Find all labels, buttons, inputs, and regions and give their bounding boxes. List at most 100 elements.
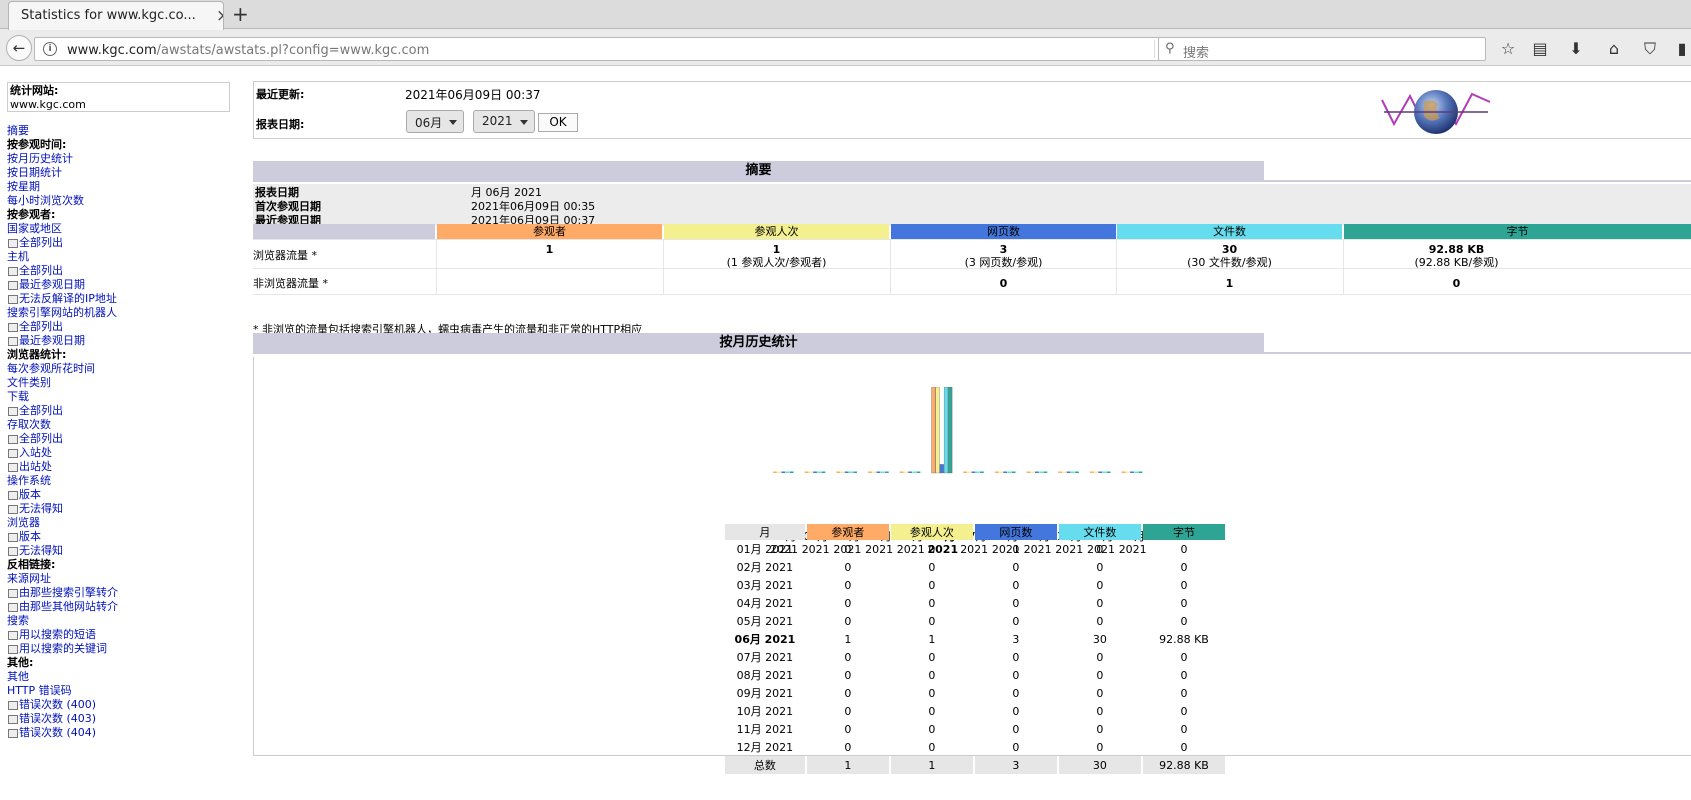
month-cell: 12月 2021 — [736, 741, 794, 754]
value-cell: 0 — [1012, 686, 1020, 700]
summary-col-separator — [1343, 240, 1344, 294]
menu-link[interactable]: 由那些其他网站转介 — [7, 600, 237, 614]
menu-link[interactable]: 最近参观日期 — [7, 334, 237, 348]
menu-link[interactable]: 出站处 — [7, 460, 237, 474]
value-cell: 0 — [1012, 542, 1020, 556]
reading-list-icon[interactable]: ▤ — [1530, 39, 1550, 58]
library-icon[interactable]: ▮ — [1672, 39, 1691, 58]
menu-link[interactable]: 文件类别 — [7, 376, 237, 390]
chart-bar — [908, 471, 912, 473]
menu-link[interactable]: 错误次数 (404) — [7, 726, 237, 740]
menu-link[interactable]: 按日期统计 — [7, 166, 237, 180]
total-cell: 1 — [806, 756, 889, 774]
star-icon[interactable]: ☆ — [1498, 39, 1518, 58]
menu-link[interactable]: 搜索 — [7, 614, 237, 628]
chart-bar — [1130, 471, 1134, 473]
menu-link[interactable]: 全部列出 — [7, 236, 237, 250]
menu-link[interactable]: 按月历史统计 — [7, 152, 237, 166]
menu-link[interactable]: 用以搜索的关键词 — [7, 642, 237, 656]
menu-link[interactable]: 主机 — [7, 250, 237, 264]
chart-bar — [1007, 471, 1012, 473]
table-row: 04月 2021 0 0 0 0 0 — [725, 594, 1225, 612]
value-cell: 0 — [1180, 668, 1188, 682]
menu-link[interactable]: 无法反解译的IP地址 — [7, 292, 237, 306]
menu-link[interactable]: 由那些搜索引擎转介 — [7, 586, 237, 600]
site-box: 统计网站: www.kgc.com — [7, 82, 230, 112]
search-box[interactable]: ⚲ 搜索 — [1158, 37, 1486, 61]
value-cell: 0 — [1012, 704, 1020, 718]
month-cell: 09月 2021 — [736, 687, 794, 700]
chart-bar — [916, 471, 921, 473]
menu-link[interactable]: 全部列出 — [7, 404, 237, 418]
ok-button[interactable]: OK — [538, 113, 578, 132]
value-cell: 30 — [1092, 632, 1107, 646]
chart-bar — [1026, 471, 1031, 473]
browser-chrome: Statistics for www.kgc.co... × + ← i www… — [0, 0, 1691, 66]
month-cell: 06月 2021 — [734, 633, 796, 646]
menu-link[interactable]: 下载 — [7, 390, 237, 404]
report-header: 最近更新: 2021年06月09日 00:37 报表日期: 06月 2021 O… — [253, 81, 1691, 139]
chart-bar — [967, 471, 972, 473]
menu-link[interactable]: 浏览器 — [7, 516, 237, 530]
value-cell: 0 — [928, 596, 936, 610]
menu-link[interactable]: 无法得知 — [7, 502, 237, 516]
month-cell: 03月 2021 — [736, 579, 794, 592]
menu-link[interactable]: 摘要 — [7, 124, 237, 138]
menu-link[interactable]: 全部列出 — [7, 320, 237, 334]
menu-link[interactable]: 错误次数 (403) — [7, 712, 237, 726]
value-cell: 0 — [1012, 596, 1020, 610]
menu-link[interactable]: 每次参观所花时间 — [7, 362, 237, 376]
menu-link[interactable]: 用以搜索的短语 — [7, 628, 237, 642]
pocket-icon[interactable]: ⛉ — [1640, 39, 1660, 59]
chart-bar — [971, 471, 976, 473]
value-cell: 0 — [844, 686, 852, 700]
value-cell: 0 — [928, 722, 936, 736]
table-row: 10月 2021 0 0 0 0 0 — [725, 702, 1225, 720]
menu-link[interactable]: 错误次数 (400) — [7, 698, 237, 712]
home-icon[interactable]: ⌂ — [1604, 39, 1624, 58]
chart-bar — [935, 387, 940, 474]
chart-bar — [804, 471, 809, 473]
menu-link[interactable]: 全部列出 — [7, 264, 237, 278]
year-select[interactable]: 2021 — [473, 110, 535, 133]
menu-link[interactable]: 入站处 — [7, 446, 237, 460]
summary-row: 报表日期月 06月 2021 — [253, 184, 1691, 199]
menu-link[interactable]: 国家或地区 — [7, 222, 237, 236]
summary-divider — [253, 180, 1691, 182]
table-row: 01月 2021 0 0 0 0 0 — [725, 540, 1225, 558]
chart-bar — [1102, 471, 1107, 473]
menu-link[interactable]: 搜索引擎网站的机器人 — [7, 306, 237, 320]
value-cell: 0 — [1012, 722, 1020, 736]
address-bar[interactable]: i www.kgc.com/awstats/awstats.pl?config=… — [34, 37, 1181, 61]
menu-link[interactable]: 来源网址 — [7, 572, 237, 586]
value-cell: 1 — [928, 632, 936, 646]
value-cell: 92.88 KB — [1159, 632, 1209, 646]
menu-link[interactable]: 按星期 — [7, 180, 237, 194]
menu-link[interactable]: HTTP 错误码 — [7, 684, 237, 698]
menu-link[interactable]: 全部列出 — [7, 432, 237, 446]
download-icon[interactable]: ⬇ — [1566, 39, 1586, 58]
menu-link[interactable]: 版本 — [7, 530, 237, 544]
total-cell: 92.88 KB — [1142, 756, 1225, 774]
menu-link[interactable]: 操作系统 — [7, 474, 237, 488]
menu-link[interactable]: 存取次数 — [7, 418, 237, 432]
chart-bar — [1134, 471, 1139, 473]
browser-tab[interactable]: Statistics for www.kgc.co... × — [8, 1, 224, 30]
month-select[interactable]: 06月 — [406, 110, 464, 133]
value-cell: 0 — [1180, 578, 1188, 592]
sidebar-menu: 摘要 按参观时间: 按月历史统计 按日期统计 按星期 每小时浏览次数 按参观者: 国家或地区全… — [7, 124, 237, 740]
summary-col-header: 字节 — [1344, 224, 1691, 240]
info-icon[interactable]: i — [43, 42, 57, 56]
menu-link[interactable]: 其他 — [7, 670, 237, 684]
menu-link[interactable]: 版本 — [7, 488, 237, 502]
browser-traffic-value: 1 — [772, 243, 781, 256]
menu-link[interactable]: 每小时浏览次数 — [7, 194, 237, 208]
close-tab-icon[interactable]: × — [216, 6, 223, 26]
url-text[interactable]: www.kgc.com/awstats/awstats.pl?config=ww… — [67, 43, 429, 58]
new-tab-button[interactable]: + — [232, 2, 249, 26]
value-cell: 0 — [1096, 704, 1104, 718]
menu-link[interactable]: 无法得知 — [7, 544, 237, 558]
chart-bar — [899, 471, 904, 473]
back-button[interactable]: ← — [6, 35, 32, 61]
menu-link[interactable]: 最近参观日期 — [7, 278, 237, 292]
